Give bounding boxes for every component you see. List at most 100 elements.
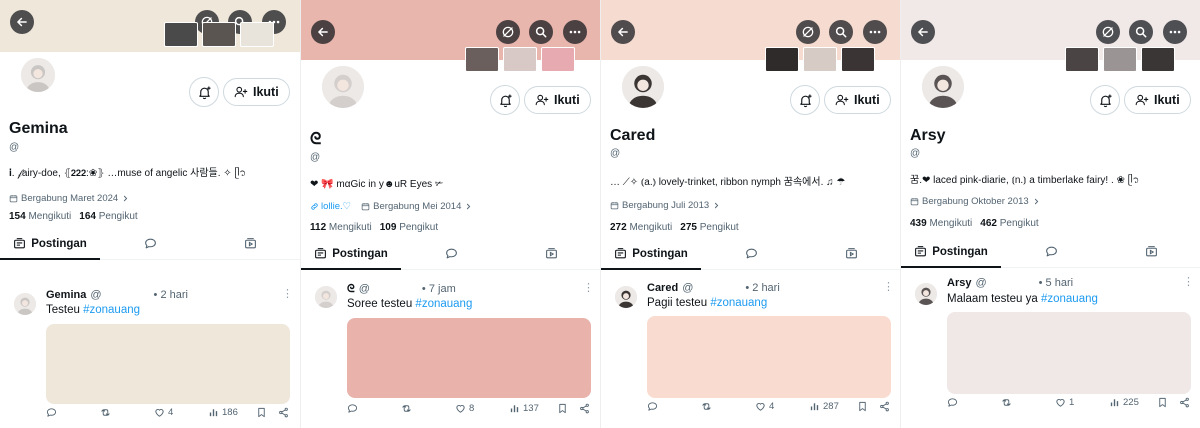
joined-date[interactable]: Bergabung Oktober 2013: [910, 196, 1041, 207]
media-thumbnail[interactable]: [1141, 47, 1175, 72]
followers-count[interactable]: 275 Pengikut: [680, 222, 738, 233]
post-avatar[interactable]: [615, 286, 637, 308]
like-button[interactable]: 4: [755, 401, 774, 412]
share-button[interactable]: [879, 401, 890, 412]
bookmark-button[interactable]: [1157, 397, 1168, 408]
notify-button[interactable]: [1090, 85, 1120, 115]
post-avatar[interactable]: [915, 283, 937, 305]
post-media[interactable]: [947, 312, 1191, 394]
profile-avatar[interactable]: [319, 63, 367, 111]
media-thumbnail[interactable]: [164, 22, 198, 47]
followers-count[interactable]: 462 Pengikut: [980, 218, 1038, 229]
repost-button[interactable]: [701, 401, 712, 412]
post-more-button[interactable]: ⋮: [883, 280, 894, 293]
more-options-button[interactable]: [863, 20, 887, 44]
reply-button[interactable]: [647, 401, 658, 412]
bookmark-button[interactable]: [256, 407, 267, 418]
joined-date[interactable]: Bergabung Juli 2013: [610, 200, 721, 211]
post-more-button[interactable]: ⋮: [1183, 275, 1194, 288]
post-media[interactable]: [647, 316, 891, 398]
tab-media[interactable]: [1101, 236, 1200, 267]
tab-replies[interactable]: [701, 238, 801, 269]
like-button[interactable]: 1: [1055, 397, 1074, 408]
profile-link[interactable]: lollie.♡: [310, 201, 351, 212]
post-hashtag[interactable]: #zonauang: [1041, 293, 1098, 305]
search-button[interactable]: [1129, 20, 1153, 44]
repost-button[interactable]: [401, 403, 412, 414]
tab-media[interactable]: [801, 238, 900, 269]
media-thumbnail[interactable]: [1103, 47, 1137, 72]
tab-posts[interactable]: Postingan: [601, 238, 701, 270]
post-hashtag[interactable]: #zonauang: [415, 298, 472, 310]
notify-button[interactable]: [790, 85, 820, 115]
share-button[interactable]: [579, 403, 590, 414]
following-count[interactable]: 272 Mengikuti: [610, 222, 672, 233]
search-button[interactable]: [529, 20, 553, 44]
post-media[interactable]: [46, 324, 290, 404]
post-hashtag[interactable]: #zonauang: [83, 304, 140, 316]
joined-date[interactable]: Bergabung Maret 2024: [9, 193, 130, 204]
media-thumbnail[interactable]: [240, 22, 274, 47]
post-hashtag[interactable]: #zonauang: [710, 297, 767, 309]
like-button[interactable]: 4: [154, 407, 173, 418]
media-thumbnail[interactable]: [803, 47, 837, 72]
bookmark-button[interactable]: [557, 403, 568, 414]
tab-media[interactable]: [200, 228, 300, 259]
tab-replies[interactable]: [1001, 236, 1101, 267]
back-button[interactable]: [911, 20, 935, 44]
views-button[interactable]: 186: [208, 407, 238, 418]
tab-posts[interactable]: Postingan: [301, 238, 401, 270]
share-button[interactable]: [1179, 397, 1190, 408]
post-avatar[interactable]: [315, 286, 337, 308]
back-button[interactable]: [611, 20, 635, 44]
tab-replies[interactable]: [401, 238, 501, 269]
media-thumbnail[interactable]: [841, 47, 875, 72]
media-thumbnail[interactable]: [465, 47, 499, 72]
media-thumbnail[interactable]: [503, 47, 537, 72]
post-avatar[interactable]: [14, 293, 36, 315]
post-more-button[interactable]: ⋮: [282, 287, 293, 300]
followers-count[interactable]: 164 Pengikut: [79, 211, 137, 222]
back-button[interactable]: [10, 10, 34, 34]
post-media[interactable]: [347, 318, 591, 398]
follow-button[interactable]: Ikuti: [1124, 86, 1191, 114]
post-more-button[interactable]: ⋮: [583, 281, 594, 294]
notifications-off-button[interactable]: [1096, 20, 1120, 44]
following-count[interactable]: 439 Mengikuti: [910, 218, 972, 229]
views-button[interactable]: 137: [509, 403, 539, 414]
tab-posts[interactable]: Postingan: [901, 236, 1001, 268]
notify-button[interactable]: [189, 77, 219, 107]
media-thumbnail[interactable]: [765, 47, 799, 72]
media-thumbnail[interactable]: [1065, 47, 1099, 72]
profile-avatar[interactable]: [18, 55, 58, 95]
reply-button[interactable]: [947, 397, 958, 408]
reply-button[interactable]: [347, 403, 358, 414]
views-button[interactable]: 287: [809, 401, 839, 412]
notifications-off-button[interactable]: [796, 20, 820, 44]
profile-avatar[interactable]: [619, 63, 667, 111]
notify-button[interactable]: [490, 85, 520, 115]
share-button[interactable]: [278, 407, 289, 418]
following-count[interactable]: 154 Mengikuti: [9, 211, 71, 222]
follow-button[interactable]: Ikuti: [824, 86, 891, 114]
follow-button[interactable]: Ikuti: [223, 78, 290, 106]
following-count[interactable]: 112 Mengikuti: [310, 222, 372, 233]
tab-posts[interactable]: Postingan: [0, 228, 100, 260]
followers-count[interactable]: 109 Pengikut: [380, 222, 438, 233]
profile-avatar[interactable]: [919, 63, 967, 111]
back-button[interactable]: [311, 20, 335, 44]
notifications-off-button[interactable]: [496, 20, 520, 44]
media-thumbnail[interactable]: [541, 47, 575, 72]
tab-media[interactable]: [501, 238, 600, 269]
reply-button[interactable]: [46, 407, 57, 418]
more-options-button[interactable]: [563, 20, 587, 44]
views-button[interactable]: 225: [1109, 397, 1139, 408]
like-button[interactable]: 8: [455, 403, 474, 414]
repost-button[interactable]: [1001, 397, 1012, 408]
follow-button[interactable]: Ikuti: [524, 86, 591, 114]
more-options-button[interactable]: [1163, 20, 1187, 44]
repost-button[interactable]: [100, 407, 111, 418]
joined-date[interactable]: Bergabung Mei 2014: [361, 201, 473, 212]
tab-replies[interactable]: [100, 228, 200, 259]
search-button[interactable]: [829, 20, 853, 44]
